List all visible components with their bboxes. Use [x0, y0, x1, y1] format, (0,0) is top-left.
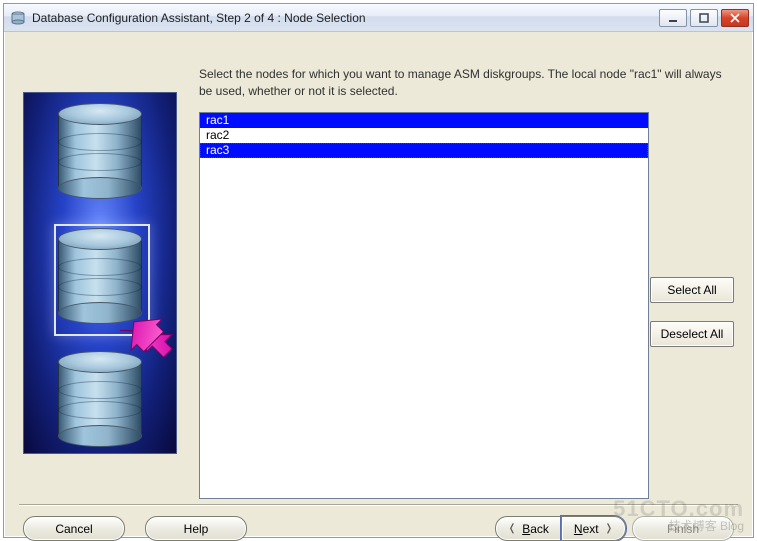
nav-group: ❬ Back Next ❭ — [495, 516, 626, 541]
node-list-item[interactable]: rac2 — [200, 128, 648, 143]
selection-buttons: Select All Deselect All — [650, 277, 734, 347]
node-listbox[interactable]: rac1rac2rac3 — [199, 112, 649, 499]
minimize-button[interactable] — [659, 9, 687, 27]
app-icon — [10, 10, 26, 26]
chevron-left-icon: ❬ — [508, 523, 516, 534]
window-controls — [659, 9, 749, 27]
back-label: Back — [522, 522, 549, 536]
bottom-right-buttons: ❬ Back Next ❭ Finish — [495, 516, 734, 541]
instruction-text: Select the nodes for which you want to m… — [199, 66, 730, 101]
maximize-button[interactable] — [690, 9, 718, 27]
titlebar: Database Configuration Assistant, Step 2… — [4, 4, 753, 32]
wizard-illustration — [23, 92, 177, 454]
close-button[interactable] — [721, 9, 749, 27]
cylinder-icon — [58, 228, 142, 324]
deselect-all-button[interactable]: Deselect All — [650, 321, 734, 347]
next-label: Next — [574, 522, 599, 536]
help-button[interactable]: Help — [145, 516, 247, 541]
back-button[interactable]: ❬ Back — [495, 516, 561, 541]
select-all-button[interactable]: Select All — [650, 277, 734, 303]
window-title: Database Configuration Assistant, Step 2… — [32, 11, 659, 25]
chevron-right-icon: ❭ — [605, 523, 613, 534]
cancel-button[interactable]: Cancel — [23, 516, 125, 541]
window: Database Configuration Assistant, Step 2… — [3, 3, 754, 538]
finish-button: Finish — [632, 516, 734, 541]
node-list-item[interactable]: rac1 — [200, 113, 648, 128]
bottom-left-buttons: Cancel Help — [23, 516, 247, 541]
cylinder-icon — [58, 103, 142, 199]
separator — [19, 504, 738, 506]
node-list-item[interactable]: rac3 — [200, 143, 648, 158]
cylinder-icon — [58, 351, 142, 447]
next-button[interactable]: Next ❭ — [561, 516, 626, 541]
client-area: Select the nodes for which you want to m… — [5, 32, 752, 536]
